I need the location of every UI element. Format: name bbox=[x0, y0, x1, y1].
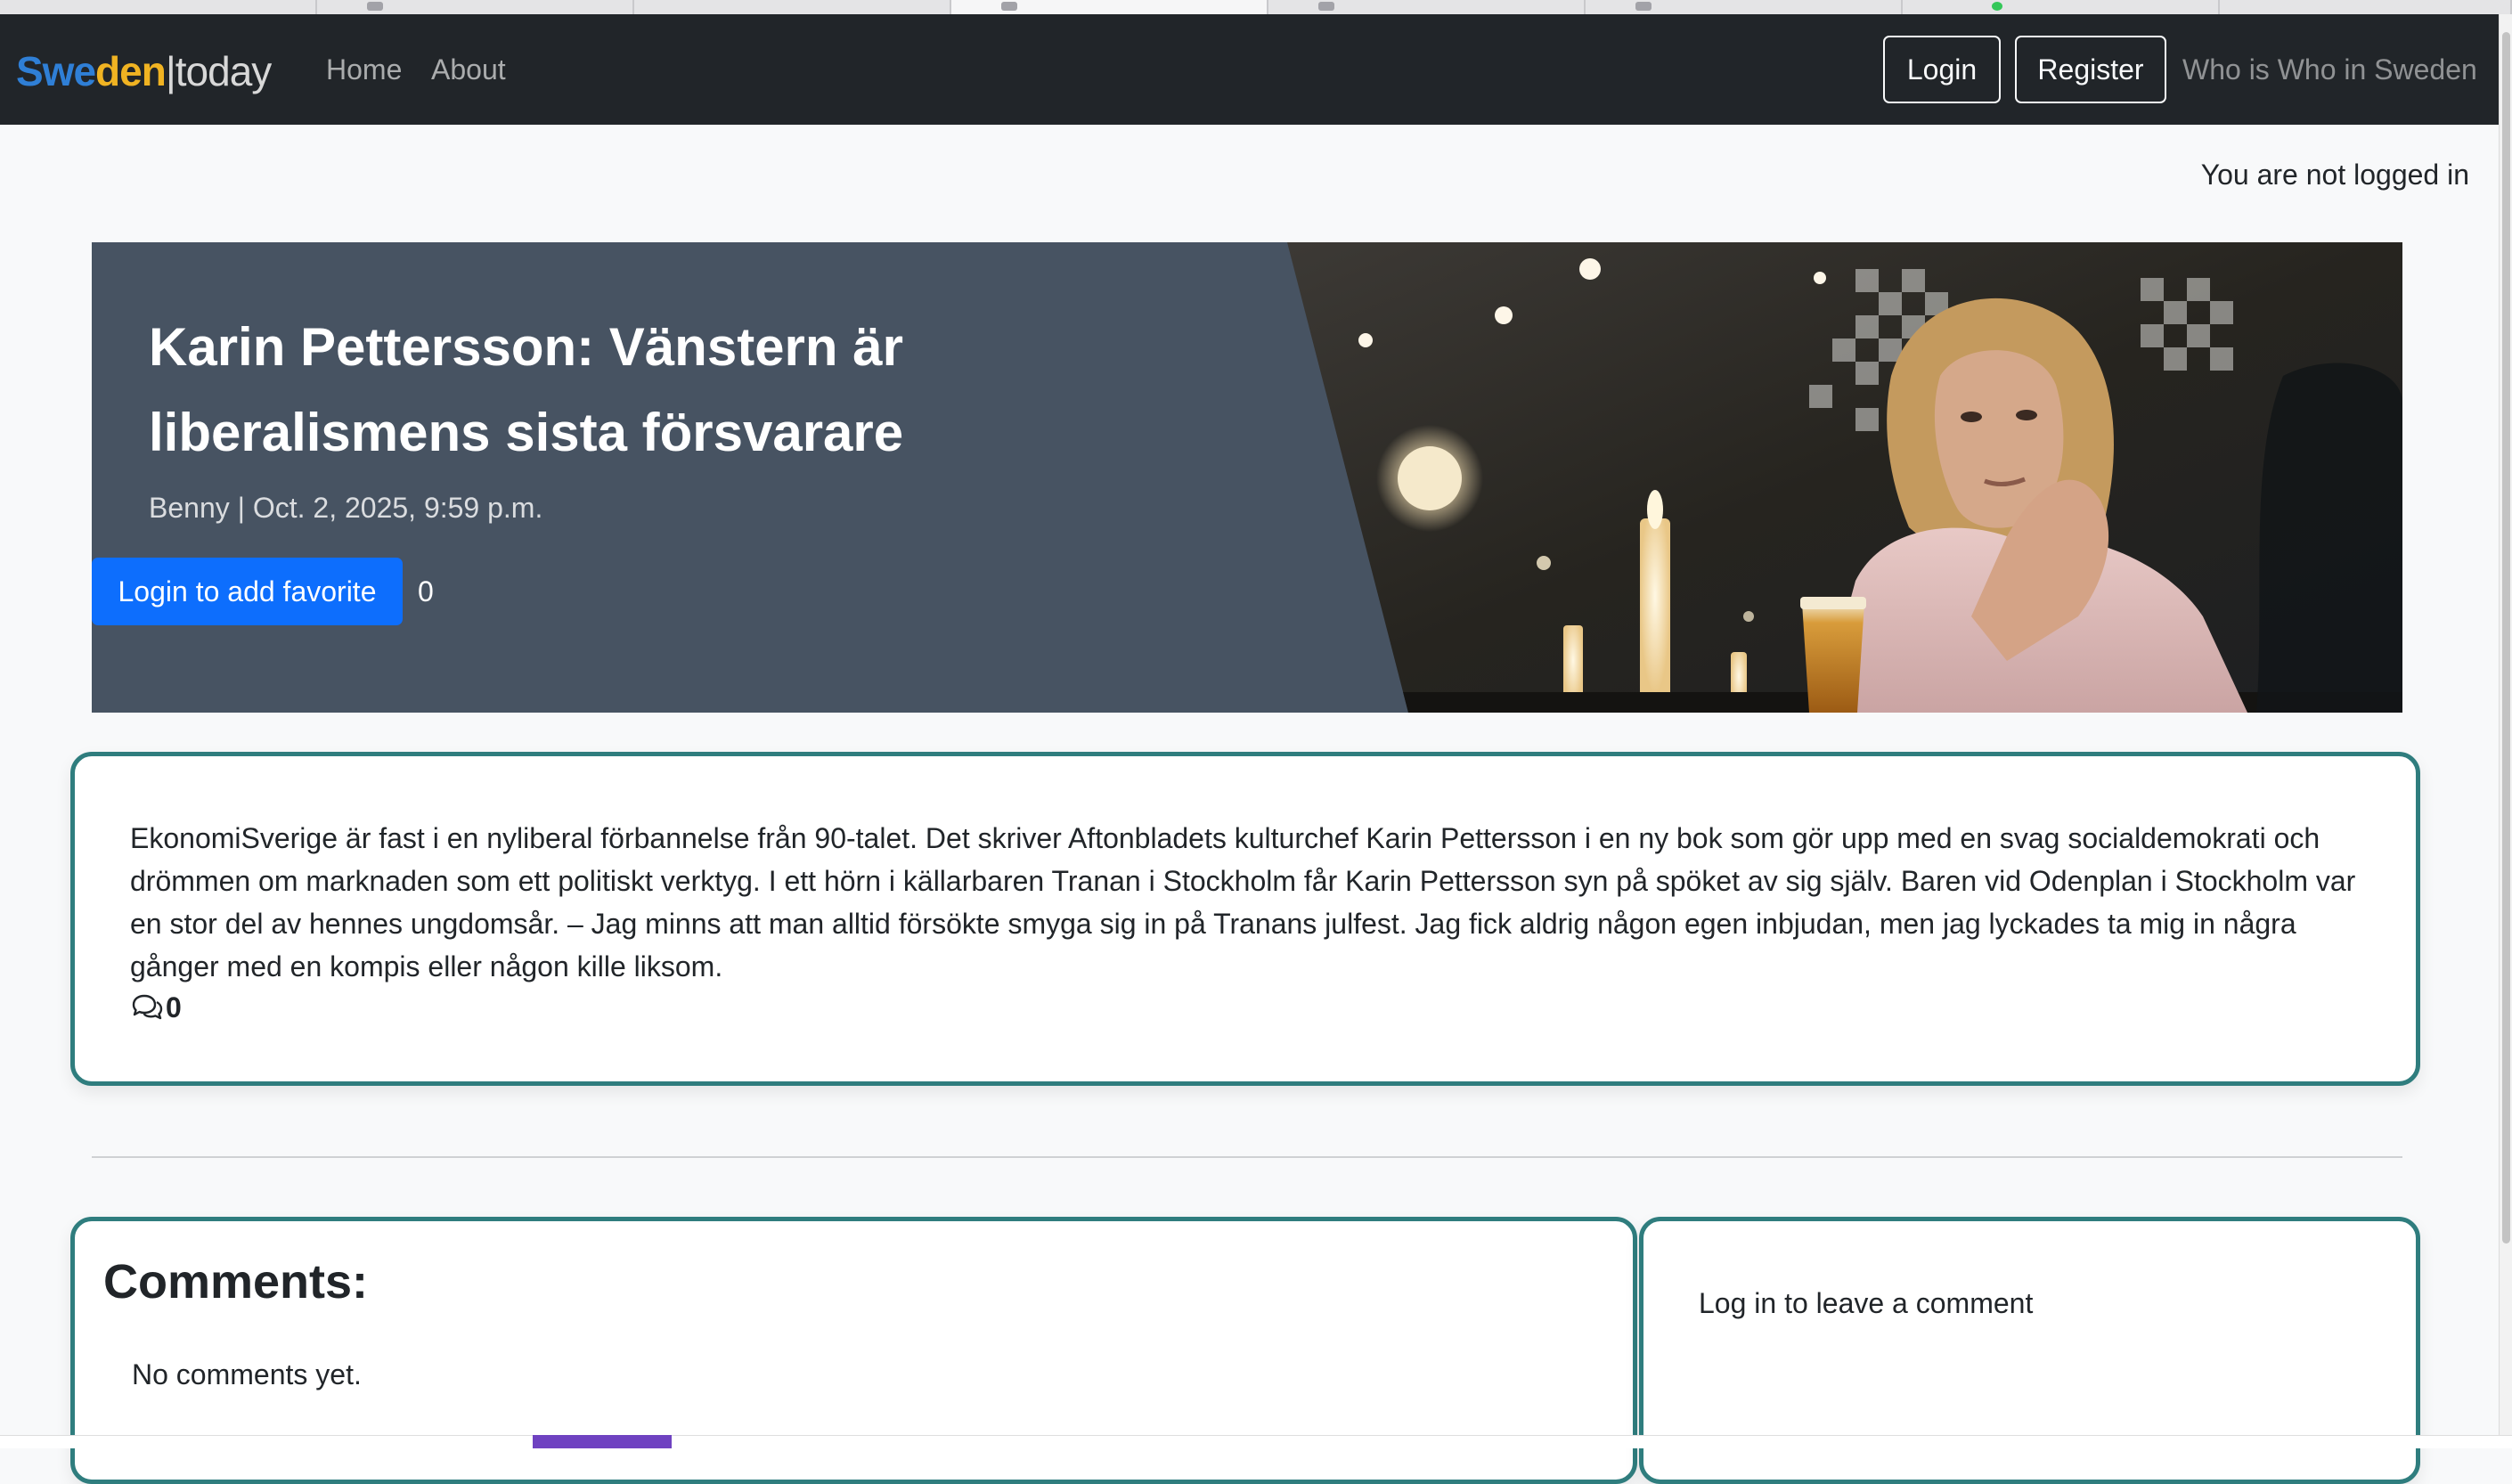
article-meta: Benny | Oct. 2, 2025, 9:59 p.m. bbox=[149, 492, 543, 524]
article-title: Karin Pettersson: Vänstern är liberalism… bbox=[149, 317, 904, 462]
comments-heading: Comments: bbox=[103, 1255, 369, 1309]
browser-tab[interactable] bbox=[317, 0, 634, 14]
add-favorite-button[interactable]: Login to add favorite bbox=[92, 558, 403, 625]
no-comments-text: No comments yet. bbox=[132, 1358, 362, 1390]
brand-separator: | bbox=[165, 48, 176, 94]
footer-support-button[interactable] bbox=[533, 1435, 672, 1448]
favorite-count: 0 bbox=[418, 575, 434, 607]
scrollbar-thumb[interactable] bbox=[2502, 32, 2510, 1243]
browser-tab[interactable] bbox=[1586, 0, 1903, 14]
browser-tab[interactable] bbox=[1268, 0, 1586, 14]
page-footer bbox=[0, 1435, 2512, 1448]
chat-bubbles-icon bbox=[132, 994, 163, 1020]
login-to-comment-text[interactable]: Log in to leave a comment bbox=[1699, 1285, 2033, 1321]
nav-home-link[interactable]: Home bbox=[326, 52, 402, 87]
browser-tab-strip bbox=[0, 0, 2512, 14]
browser-tab[interactable] bbox=[0, 0, 317, 14]
brand-text-today: today bbox=[175, 48, 273, 94]
brand-text-swe: Swe bbox=[16, 48, 96, 94]
tab-favicon-icon bbox=[1635, 2, 1652, 11]
comment-count-indicator: 0 bbox=[130, 990, 182, 1025]
browser-tab-active[interactable] bbox=[951, 0, 1268, 14]
nav-who-is-who-link[interactable]: Who is Who in Sweden bbox=[2182, 52, 2477, 87]
login-button[interactable]: Login bbox=[1883, 36, 2001, 103]
tab-favicon-icon bbox=[1318, 2, 1334, 11]
page-scrollbar[interactable] bbox=[2499, 14, 2512, 1439]
section-divider bbox=[92, 1156, 2402, 1158]
register-button[interactable]: Register bbox=[2015, 36, 2166, 103]
comment-count: 0 bbox=[166, 991, 182, 1023]
top-navbar: Sweden|today Home About Login Register W… bbox=[0, 14, 2499, 125]
nav-about-link[interactable]: About bbox=[431, 52, 506, 87]
brand-logo[interactable]: Sweden|today bbox=[16, 45, 273, 98]
browser-tab[interactable] bbox=[2220, 0, 2512, 14]
brand-text-den: den bbox=[95, 48, 167, 94]
tab-favicon-icon bbox=[1001, 2, 1017, 11]
login-status-text: You are not logged in bbox=[2200, 159, 2469, 191]
browser-tab[interactable] bbox=[634, 0, 951, 14]
browser-tab[interactable] bbox=[1903, 0, 2220, 14]
article-body-card: EkonomiSverige är fast i en nyliberal fö… bbox=[70, 752, 2420, 1086]
article-hero: Karin Pettersson: Vänstern är liberalism… bbox=[92, 242, 2402, 713]
article-body-text: EkonomiSverige är fast i en nyliberal fö… bbox=[130, 822, 2356, 983]
tab-favicon-icon bbox=[367, 2, 383, 11]
tab-favicon-icon bbox=[1992, 2, 2002, 11]
